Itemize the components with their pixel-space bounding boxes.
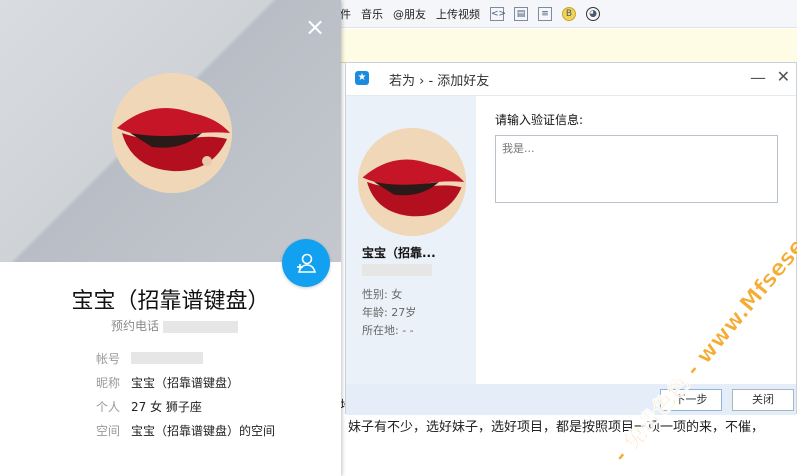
location-text: 所在地: - - [362,324,414,337]
space-link[interactable]: 宝宝（招靠谱键盘）的空间 [131,422,275,439]
nickname-value: 宝宝（招靠谱键盘） [131,376,240,390]
list-icon[interactable]: ≡ [538,6,552,21]
profile-card: × 宝宝（招靠谱键盘） 预约电话 帐号 昵称 宝宝（招靠谱键盘） 个人 27 女… [0,0,341,476]
dialog-titlebar: ★ 若为 › - 添加好友 — ✕ [346,63,796,96]
info-row-personal: 个人 27 女 狮子座 [96,398,202,415]
add-friend-button[interactable] [282,239,330,287]
phone-label: 预约电话 [111,319,160,333]
notice-bar [340,29,797,63]
dialog-user-name: 宝宝（招靠... [362,246,436,260]
background-text: 妹子有不少，选好妹子，选好项目，都是按照项目一项一项的来，不催， [348,420,765,435]
toolbar-upload-video-item[interactable]: 上传视频 [436,6,480,22]
redacted-account [362,264,432,276]
account-value [131,350,203,367]
info-row-nickname: 昵称 宝宝（招靠谱键盘） [96,374,239,391]
dialog-avatar [358,128,466,236]
background-toolbar: 件 音乐 @朋友 上传视频 <> ▤ ≡ B ◕ [340,0,797,28]
close-button[interactable]: 关闭 [732,389,794,411]
toolbar-friend-item[interactable]: @朋友 [393,6,426,22]
toolbar-music-item[interactable]: 音乐 [361,6,383,22]
close-icon[interactable]: × [305,15,325,39]
info-row-space: 空间 宝宝（招靠谱键盘）的空间 [96,422,275,439]
account-label: 帐号 [96,352,121,366]
avatar [112,73,232,193]
verify-label: 请输入验证信息: [495,113,584,127]
toolbar-file-item[interactable]: 件 [340,6,351,22]
bg-icon[interactable]: B [562,6,576,21]
qq-penguin-icon[interactable]: ◕ [586,6,600,21]
info-row-account: 帐号 [96,350,203,367]
gender-text: 性别: 女 [362,288,403,301]
code-icon[interactable]: <> [490,6,506,21]
dialog-close-icon[interactable]: ✕ [777,67,790,86]
age-text: 年龄: 27岁 [362,306,417,319]
personal-label: 个人 [96,400,121,414]
profile-phone: 预约电话 [111,317,238,334]
add-friend-dialog: ★ 若为 › - 添加好友 — ✕ 宝宝（招靠... 性别: 女 年龄: 27岁… [345,62,797,415]
app-logo-icon: ★ [355,71,369,85]
verify-input[interactable] [495,135,778,203]
redacted-phone [162,320,238,333]
profile-name: 宝宝（招靠谱键盘） [71,289,270,314]
dialog-footer: 下一步 关闭 [346,384,796,415]
nickname-label: 昵称 [96,376,121,390]
space-label: 空间 [96,424,121,438]
personal-value: 27 女 狮子座 [131,400,202,414]
dialog-title: 若为 › - 添加好友 [389,74,490,89]
minimize-icon[interactable]: — [750,68,766,87]
add-user-icon [297,253,317,273]
page-icon[interactable]: ▤ [514,6,528,21]
dialog-user-panel: 宝宝（招靠... 性别: 女 年龄: 27岁 所在地: - - [346,96,476,384]
